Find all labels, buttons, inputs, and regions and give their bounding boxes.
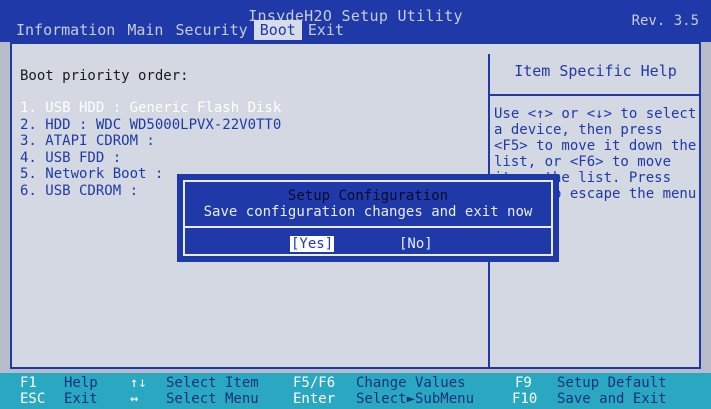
setup-configuration-dialog: Setup Configuration Save configuration c… — [177, 174, 559, 262]
yes-button[interactable]: [Yes] — [290, 236, 335, 252]
title-bar: InsydeH2O Setup Utility Rev. 3.5 Informa… — [0, 0, 711, 42]
key-left-right: ↔ — [130, 391, 139, 407]
dialog-message: Save configuration changes and exit now — [203, 204, 533, 220]
help-divider — [490, 94, 701, 96]
key-esc: ESC — [20, 391, 46, 407]
key-left-right-desc: Select Menu — [166, 391, 259, 407]
key-f9-desc: Setup Default — [557, 375, 667, 391]
dialog-divider — [185, 226, 551, 228]
key-f9: F9 — [515, 375, 532, 391]
key-enter-desc: Select►SubMenu — [356, 391, 475, 407]
key-f5-f6: F5/F6 — [293, 375, 336, 391]
boot-priority-heading: Boot priority order: — [20, 68, 189, 84]
menu-security[interactable]: Security — [169, 20, 253, 40]
key-up-down-desc: Select Item — [166, 375, 259, 391]
key-up-down: ↑↓ — [130, 375, 147, 391]
key-f10-desc: Save and Exit — [557, 391, 667, 407]
key-enter: Enter — [293, 391, 336, 407]
menu-main[interactable]: Main — [121, 20, 169, 40]
menu-information[interactable]: Information — [10, 20, 121, 40]
menu-boot[interactable]: Boot — [253, 20, 302, 40]
menu-exit[interactable]: Exit — [302, 20, 350, 40]
boot-item-atapi-cdrom[interactable]: 3. ATAPI CDROM : — [20, 133, 281, 150]
boot-item-usb-fdd[interactable]: 4. USB FDD : — [20, 150, 281, 167]
key-f5-f6-desc: Change Values — [356, 375, 466, 391]
key-f1: F1 — [20, 375, 37, 391]
boot-item-hdd[interactable]: 2. HDD : WDC WD5000LPVX-22V0TT0 — [20, 117, 281, 134]
menu-bar: Information Main Security Boot Exit — [10, 20, 350, 40]
key-legend-footer: F1 Help ↑↓ Select Item F5/F6 Change Valu… — [0, 373, 711, 409]
help-title: Item Specific Help — [514, 62, 677, 80]
key-esc-desc: Exit — [64, 391, 98, 407]
key-f1-desc: Help — [64, 375, 98, 391]
key-f10: F10 — [512, 391, 538, 407]
no-button[interactable]: [No] — [399, 236, 433, 252]
dialog-title: Setup Configuration — [287, 188, 449, 204]
version-label: Rev. 3.5 — [631, 13, 699, 29]
boot-item-usb-hdd[interactable]: 1. USB HDD : Generic Flash Disk — [20, 100, 281, 117]
dialog-frame: Setup Configuration Save configuration c… — [183, 180, 553, 256]
